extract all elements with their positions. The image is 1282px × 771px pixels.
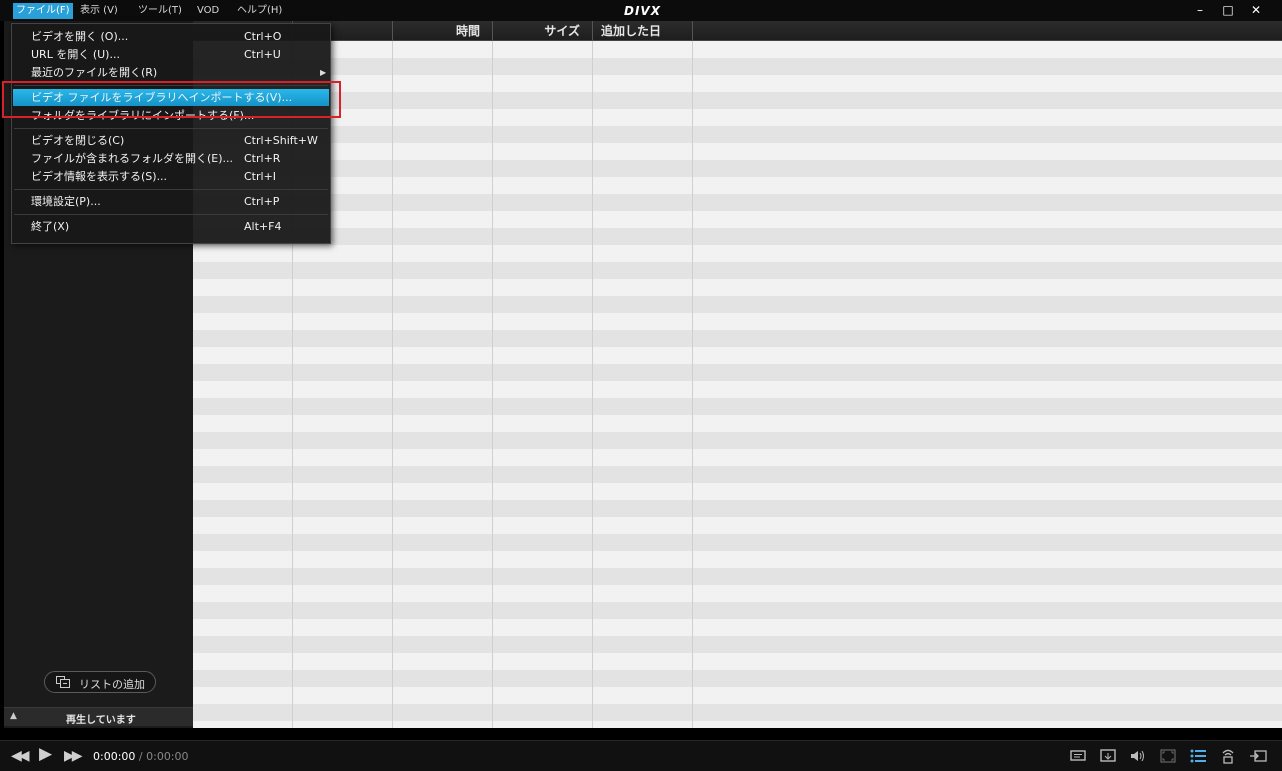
menu-item-import-folder-to-library[interactable]: フォルダをライブラリにインポートする(F)... xyxy=(13,107,329,124)
menu-item-shortcut: Alt+F4 xyxy=(244,220,282,233)
column-divider xyxy=(692,41,693,728)
column-divider xyxy=(392,41,393,728)
add-list-label: リストの追加 xyxy=(79,678,145,691)
column-divider xyxy=(592,41,593,728)
menu-item-recent-files[interactable]: 最近のファイルを開く(R) ▶ xyxy=(13,64,329,81)
submenu-arrow-icon: ▶ xyxy=(320,68,327,77)
timecode: 0:00:00 / 0:00:00 xyxy=(93,750,189,763)
column-header-size[interactable]: サイズ xyxy=(493,21,593,41)
mini-mode-icon[interactable] xyxy=(1249,748,1267,764)
menu-item-show-video-info[interactable]: ビデオ情報を表示する(S)... Ctrl+I xyxy=(13,168,329,185)
menu-item-shortcut: Ctrl+O xyxy=(244,30,282,43)
menu-item-shortcut: Ctrl+I xyxy=(244,170,277,183)
current-time: 0:00:00 xyxy=(93,750,136,763)
divx-logo: DIVX xyxy=(624,4,661,18)
column-header-date-added[interactable]: 追加した日 xyxy=(593,21,693,41)
menu-item-shortcut: Ctrl+P xyxy=(244,195,280,208)
player-control-bar: ◀◀ ▶ ▶▶ 0:00:00 / 0:00:00 xyxy=(0,740,1282,771)
total-time: 0:00:00 xyxy=(146,750,189,763)
file-menu-dropdown: ビデオを開く (O)... Ctrl+O URL を開く (U)... Ctrl… xyxy=(11,23,331,244)
subtitles-icon[interactable] xyxy=(1069,748,1087,764)
table-header: 時間 サイズ 追加した日 xyxy=(193,21,1282,41)
menu-item-open-containing-folder[interactable]: ファイルが含まれるフォルダを開く(E)... Ctrl+R xyxy=(13,150,329,167)
now-playing-bar[interactable]: ▲ 再生しています xyxy=(4,707,193,726)
menu-item-label: フォルダをライブラリにインポートする(F)... xyxy=(31,109,255,122)
table-rows[interactable] xyxy=(193,41,1282,728)
playlist-icon[interactable] xyxy=(1189,748,1207,764)
menu-vod[interactable]: VOD xyxy=(194,3,222,19)
menu-item-import-video-to-library[interactable]: ビデオ ファイルをライブラリへインポートする(V)... xyxy=(13,89,329,106)
menu-item-label: ファイルが含まれるフォルダを開く(E)... xyxy=(31,152,234,165)
title-bar: ファイル(F) 表示 (V) ツール(T) VOD ヘルプ(H) DIVX – … xyxy=(0,0,1282,21)
add-list-icon xyxy=(56,676,70,688)
maximize-button[interactable]: □ xyxy=(1218,2,1238,18)
menu-file[interactable]: ファイル(F) xyxy=(13,3,73,19)
menu-separator xyxy=(14,214,328,215)
collapse-arrow-icon[interactable]: ▲ xyxy=(10,711,17,721)
menu-item-preferences[interactable]: 環境設定(P)... Ctrl+P xyxy=(13,193,329,210)
menu-item-label: ビデオを閉じる(C) xyxy=(31,134,125,147)
menu-item-label: 環境設定(P)... xyxy=(31,195,101,208)
menu-item-label: ビデオ情報を表示する(S)... xyxy=(31,170,168,183)
menu-item-open-video[interactable]: ビデオを開く (O)... Ctrl+O xyxy=(13,28,329,45)
menu-view[interactable]: 表示 (V) xyxy=(77,3,121,19)
menu-item-label: ビデオ ファイルをライブラリへインポートする(V)... xyxy=(31,91,293,104)
menu-separator xyxy=(14,128,328,129)
menu-item-shortcut: Ctrl+U xyxy=(244,48,281,61)
column-header-time[interactable]: 時間 xyxy=(393,21,493,41)
menu-item-label: 終了(X) xyxy=(31,220,70,233)
menu-tools[interactable]: ツール(T) xyxy=(135,3,185,19)
menu-item-label: 最近のファイルを開く(R) xyxy=(31,66,158,79)
add-list-button[interactable]: リストの追加 xyxy=(44,671,156,693)
library-table: 時間 サイズ 追加した日 xyxy=(193,21,1282,728)
menu-item-close-video[interactable]: ビデオを閉じる(C) Ctrl+Shift+W xyxy=(13,132,329,149)
time-separator: / xyxy=(135,750,147,763)
menu-item-label: ビデオを開く (O)... xyxy=(31,30,129,43)
menu-item-exit[interactable]: 終了(X) Alt+F4 xyxy=(13,218,329,235)
minimize-button[interactable]: – xyxy=(1190,2,1210,18)
menu-separator xyxy=(14,189,328,190)
previous-icon[interactable]: ◀◀ xyxy=(11,749,29,763)
fullscreen-icon[interactable] xyxy=(1159,748,1177,764)
menu-item-shortcut: Ctrl+R xyxy=(244,152,281,165)
menu-item-label: URL を開く (U)... xyxy=(31,48,120,61)
menu-item-shortcut: Ctrl+Shift+W xyxy=(244,134,318,147)
stream-to-device-icon[interactable] xyxy=(1219,748,1237,764)
audio-track-icon[interactable] xyxy=(1099,748,1117,764)
close-button[interactable]: ✕ xyxy=(1246,2,1266,18)
play-icon[interactable]: ▶ xyxy=(39,746,52,763)
next-icon[interactable]: ▶▶ xyxy=(64,749,82,763)
menu-help[interactable]: ヘルプ(H) xyxy=(234,3,285,19)
volume-icon[interactable] xyxy=(1129,748,1147,764)
menu-item-open-url[interactable]: URL を開く (U)... Ctrl+U xyxy=(13,46,329,63)
column-divider xyxy=(492,41,493,728)
now-playing-label: 再生しています xyxy=(66,715,136,726)
menu-separator xyxy=(14,85,328,86)
